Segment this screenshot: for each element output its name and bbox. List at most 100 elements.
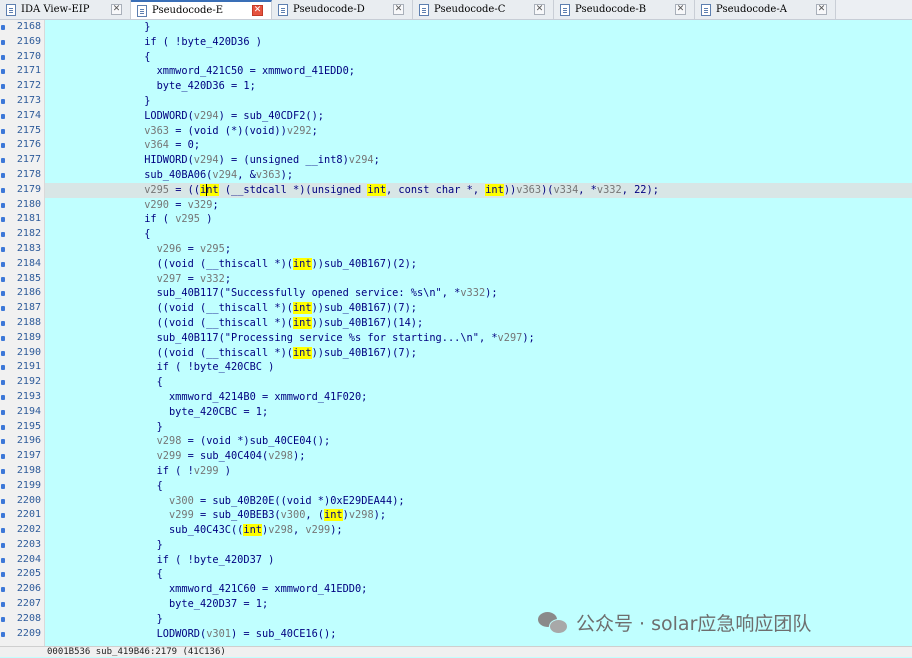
code-line[interactable]: v299 = sub_40BEB3(v300, (int)v298); (45, 508, 912, 523)
breakpoint-marker-icon[interactable] (1, 528, 5, 534)
gutter-row: 2168 (0, 20, 44, 35)
code-line[interactable]: sub_40B117("Processing service %s for st… (45, 331, 912, 346)
breakpoint-marker-icon[interactable] (1, 320, 5, 326)
code-line[interactable]: v297 = v332; (45, 272, 912, 287)
code-line[interactable]: xmmword_4214B0 = xmmword_41F020; (45, 390, 912, 405)
breakpoint-marker-icon[interactable] (1, 350, 5, 356)
code-line[interactable]: ((void (__thiscall *)(int))sub_40B167)(2… (45, 257, 912, 272)
breakpoint-marker-icon[interactable] (1, 335, 5, 341)
code-line[interactable]: byte_420D36 = 1; (45, 79, 912, 94)
gutter-row: 2204 (0, 553, 44, 568)
close-tab-icon[interactable]: ✕ (534, 4, 545, 15)
breakpoint-marker-icon[interactable] (1, 54, 5, 60)
close-tab-icon[interactable]: ✕ (816, 4, 827, 15)
tab-pseudocode-e[interactable]: Pseudocode-E ✕ (131, 0, 272, 19)
breakpoint-marker-icon[interactable] (1, 246, 5, 252)
code-line[interactable]: sub_40B117("Successfully opened service:… (45, 286, 912, 301)
code-line[interactable]: { (45, 227, 912, 242)
breakpoint-marker-icon[interactable] (1, 98, 5, 104)
tab-pseudocode-b[interactable]: Pseudocode-B ✕ (554, 0, 695, 19)
breakpoint-marker-icon[interactable] (1, 172, 5, 178)
pseudocode-view[interactable]: } if ( !byte_420D36 ) { xmmword_421C50 =… (45, 20, 912, 646)
code-line[interactable]: ((void (__thiscall *)(int))sub_40B167)(1… (45, 316, 912, 331)
breakpoint-marker-icon[interactable] (1, 276, 5, 282)
breakpoint-marker-icon[interactable] (1, 468, 5, 474)
code-token: ))sub_40B167)(7); (311, 302, 417, 315)
code-line[interactable]: LODWORD(v294) = sub_40CDF2(); (45, 109, 912, 124)
close-tab-icon[interactable]: ✕ (675, 4, 686, 15)
code-line[interactable]: xmmword_421C60 = xmmword_41EDD0; (45, 582, 912, 597)
breakpoint-marker-icon[interactable] (1, 587, 5, 593)
breakpoint-marker-icon[interactable] (1, 113, 5, 119)
breakpoint-marker-icon[interactable] (1, 365, 5, 371)
code-line[interactable]: byte_420CBC = 1; (45, 405, 912, 420)
line-number: 2175 (16, 124, 41, 136)
code-line[interactable]: ((void (__thiscall *)(int))sub_40B167)(7… (45, 301, 912, 316)
code-line[interactable]: sub_40BA06(v294, &v363); (45, 168, 912, 183)
code-line[interactable]: v299 = sub_40C404(v298); (45, 449, 912, 464)
breakpoint-marker-icon[interactable] (1, 572, 5, 578)
breakpoint-marker-icon[interactable] (1, 217, 5, 223)
code-line[interactable]: { (45, 375, 912, 390)
code-line[interactable]: if ( !byte_420CBC ) (45, 360, 912, 375)
breakpoint-marker-icon[interactable] (1, 513, 5, 519)
close-tab-icon[interactable]: ✕ (393, 4, 404, 15)
breakpoint-marker-icon[interactable] (1, 602, 5, 608)
code-line[interactable]: } (45, 94, 912, 109)
document-icon (6, 3, 16, 16)
close-tab-icon[interactable]: ✕ (111, 4, 122, 15)
tab-pseudocode-d[interactable]: Pseudocode-D ✕ (272, 0, 413, 19)
breakpoint-marker-icon[interactable] (1, 158, 5, 164)
breakpoint-marker-icon[interactable] (1, 557, 5, 563)
breakpoint-marker-icon[interactable] (1, 187, 5, 193)
code-line[interactable]: v364 = 0; (45, 138, 912, 153)
breakpoint-marker-icon[interactable] (1, 394, 5, 400)
code-line[interactable]: { (45, 567, 912, 582)
code-line[interactable]: } (45, 420, 912, 435)
breakpoint-marker-icon[interactable] (1, 291, 5, 297)
breakpoint-marker-icon[interactable] (1, 128, 5, 134)
code-token: ; (224, 272, 232, 285)
breakpoint-marker-icon[interactable] (1, 69, 5, 75)
breakpoint-marker-icon[interactable] (1, 232, 5, 238)
code-line[interactable]: v290 = v329; (45, 198, 912, 213)
breakpoint-marker-icon[interactable] (1, 454, 5, 460)
breakpoint-marker-icon[interactable] (1, 261, 5, 267)
code-line[interactable]: v300 = sub_40B20E((void *)0xE29DEA44); (45, 494, 912, 509)
breakpoint-marker-icon[interactable] (1, 483, 5, 489)
breakpoint-marker-icon[interactable] (1, 84, 5, 90)
tab-ida-view-eip[interactable]: IDA View-EIP ✕ (0, 0, 131, 19)
breakpoint-marker-icon[interactable] (1, 409, 5, 415)
tab-pseudocode-a[interactable]: Pseudocode-A ✕ (695, 0, 836, 19)
breakpoint-marker-icon[interactable] (1, 380, 5, 386)
code-line[interactable]: v298 = (void *)sub_40CE04(); (45, 434, 912, 449)
code-line[interactable]: v363 = (void (*)(void))v292; (45, 124, 912, 139)
code-line[interactable]: { (45, 479, 912, 494)
code-line[interactable]: ((void (__thiscall *)(int))sub_40B167)(7… (45, 346, 912, 361)
current-code-line[interactable]: v295 = ((int (__stdcall *)(unsigned int,… (45, 182, 912, 198)
close-tab-icon[interactable]: ✕ (252, 5, 263, 16)
breakpoint-marker-icon[interactable] (1, 39, 5, 45)
code-line[interactable]: v296 = v295; (45, 242, 912, 257)
breakpoint-marker-icon[interactable] (1, 25, 5, 30)
breakpoint-marker-icon[interactable] (1, 143, 5, 149)
breakpoint-marker-icon[interactable] (1, 631, 5, 637)
code-line[interactable]: sub_40C43C((int)v298, v299); (45, 523, 912, 538)
breakpoint-marker-icon[interactable] (1, 424, 5, 430)
code-line[interactable]: if ( !byte_420D37 ) (45, 553, 912, 568)
code-line[interactable]: xmmword_421C50 = xmmword_41EDD0; (45, 64, 912, 79)
breakpoint-marker-icon[interactable] (1, 202, 5, 208)
breakpoint-marker-icon[interactable] (1, 542, 5, 548)
code-line[interactable]: if ( !byte_420D36 ) (45, 35, 912, 50)
breakpoint-marker-icon[interactable] (1, 439, 5, 445)
breakpoint-marker-icon[interactable] (1, 616, 5, 622)
code-line[interactable]: if ( !v299 ) (45, 464, 912, 479)
breakpoint-marker-icon[interactable] (1, 306, 5, 312)
tab-pseudocode-c[interactable]: Pseudocode-C ✕ (413, 0, 554, 19)
code-line[interactable]: { (45, 50, 912, 65)
code-line[interactable]: HIDWORD(v294) = (unsigned __int8)v294; (45, 153, 912, 168)
breakpoint-marker-icon[interactable] (1, 498, 5, 504)
code-line[interactable]: if ( v295 ) (45, 212, 912, 227)
code-line[interactable]: } (45, 20, 912, 35)
code-line[interactable]: } (45, 538, 912, 553)
